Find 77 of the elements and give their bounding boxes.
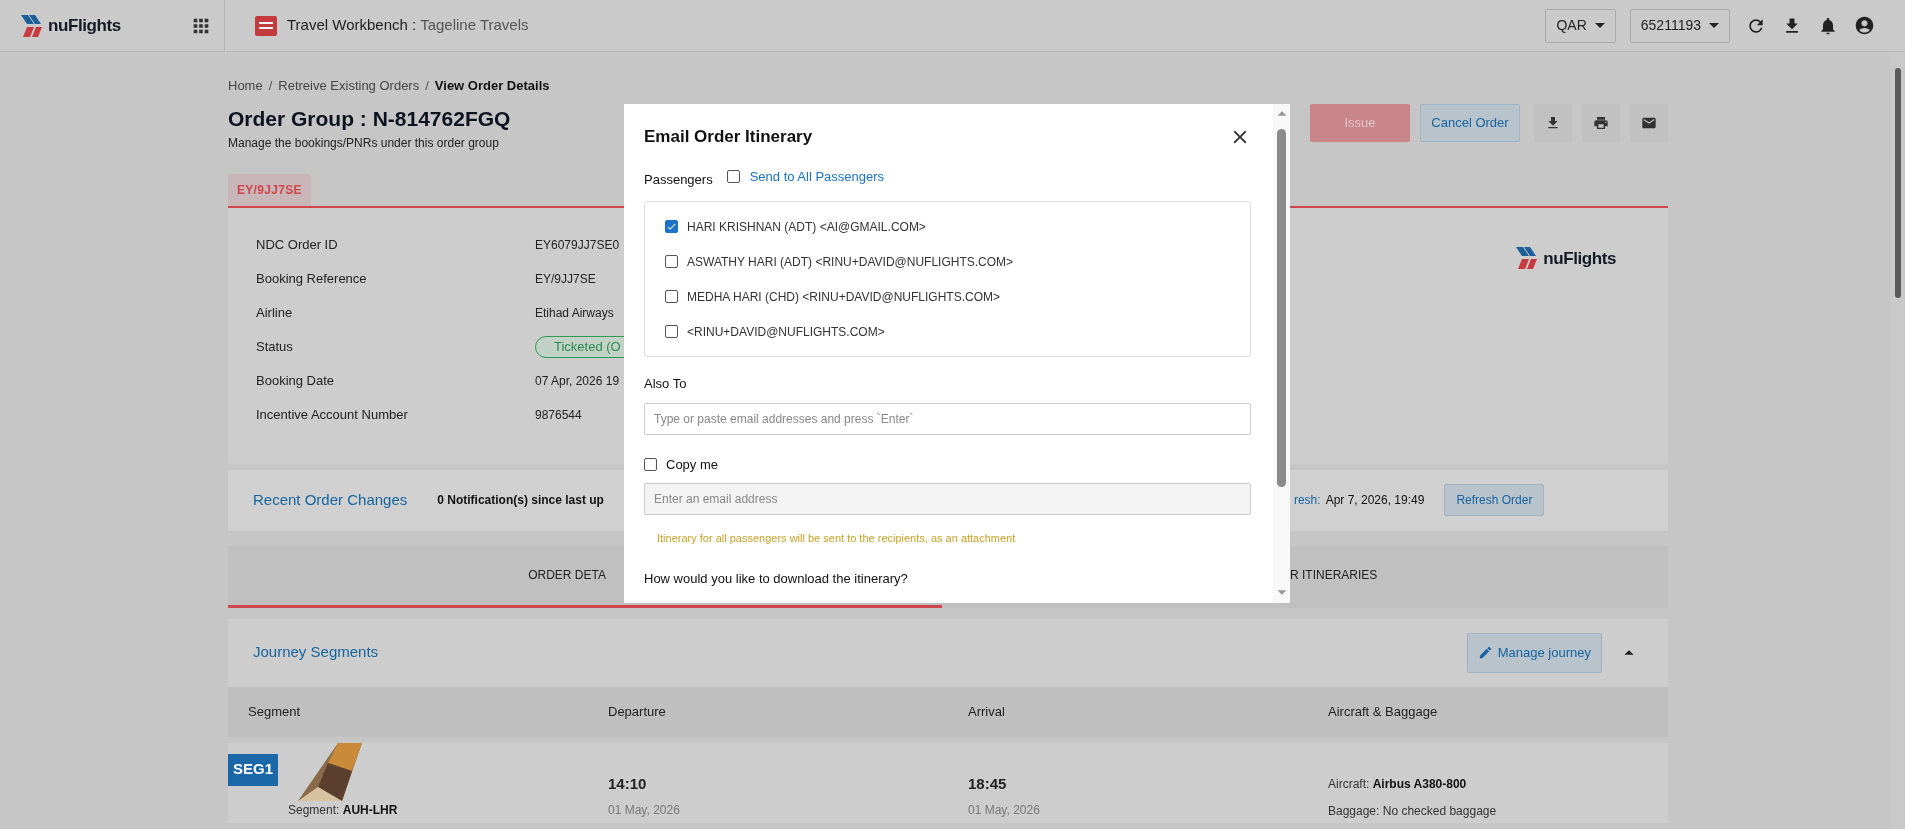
checkbox[interactable] — [665, 220, 678, 233]
print-icon — [1593, 114, 1609, 131]
detail-label: NDC Order ID — [256, 235, 338, 254]
detail-value: EY6079JJ7SE0 — [535, 236, 620, 254]
download-icon — [1545, 114, 1561, 131]
passenger-option[interactable]: MEDHA HARI (CHD) <RINU+DAVID@NUFLIGHTS.COM> — [687, 287, 1000, 306]
cancel-order-button[interactable]: Cancel Order — [1420, 103, 1520, 142]
view-tab[interactable]: R ITINERARIES — [942, 545, 1668, 608]
also-to-field[interactable]: Type or paste email addresses and press `Enter` — [644, 402, 1251, 435]
column-header: Arrival — [967, 702, 1006, 721]
checkbox[interactable] — [665, 290, 678, 303]
arrival-time: 18:45 — [968, 773, 1008, 794]
detail-value: 07 Apr, 2026 19 — [535, 372, 620, 390]
detail-label: Status — [256, 337, 293, 356]
email-button[interactable] — [1630, 103, 1668, 142]
departure-time: 14:10 — [608, 773, 648, 794]
segment-badge: SEG1 — [228, 753, 279, 786]
also-to-label: Also To — [644, 375, 688, 393]
refresh-order-button[interactable]: Refresh Order — [1444, 484, 1545, 516]
download-button[interactable] — [1534, 103, 1572, 142]
detail-label: Booking Reference — [256, 269, 367, 288]
checkbox[interactable] — [665, 325, 678, 338]
checkbox[interactable] — [644, 457, 657, 471]
arrival-date: 01 May, 2026 — [968, 802, 1041, 819]
download-question: How would you like to download the itinerary? — [644, 569, 909, 588]
segment-route: Segment: AUH-LHR — [288, 801, 398, 819]
detail-value: 9876544 — [535, 406, 582, 424]
recent-changes-title: Recent Order Changes — [253, 489, 408, 510]
passenger-option[interactable]: HARI KRISHNAN (ADT) <AI@GMAIL.COM> — [687, 217, 926, 236]
account-icon[interactable] — [1854, 15, 1875, 36]
caret-icon — [1594, 23, 1605, 28]
detail-label: Booking Date — [256, 371, 335, 390]
copy-email-field[interactable]: Enter an email address — [644, 483, 1251, 515]
breadcrumb-link[interactable]: Retreive Existing Orders — [278, 76, 420, 96]
breadcrumb-separator: / — [425, 77, 429, 95]
airline-tail-icon — [298, 742, 362, 801]
attachment-note: Itinerary for all passengers will be sent to the recipients, as an attachment — [656, 531, 1017, 546]
breadcrumb-link[interactable]: View Order Details — [434, 76, 550, 96]
breadcrumb-link[interactable]: Home — [228, 76, 263, 96]
passenger-option[interactable]: ASWATHY HARI (ADT) <RINU+DAVID@NUFLIGHTS.COM> — [687, 252, 1014, 271]
passenger-option[interactable]: <RINU+DAVID@NUFLIGHTS.COM> — [687, 322, 885, 341]
logo-text: nuFlights — [48, 14, 121, 37]
dialog-title: Email Order Itinerary — [644, 126, 813, 148]
journey-title: Journey Segments — [253, 642, 379, 663]
dialog-scrollbar[interactable] — [1273, 104, 1290, 603]
copy-me-label[interactable]: Copy me — [666, 454, 719, 474]
detail-value: EY/9JJ7SE — [535, 270, 596, 288]
currency-dropdown[interactable]: QAR — [1545, 8, 1616, 43]
caret-icon — [1709, 23, 1719, 28]
order-group-title: Order Group : N-814762FGQ — [228, 105, 511, 132]
column-header: Departure — [607, 702, 667, 721]
breadcrumb-separator: / — [268, 77, 273, 95]
manage-journey-button[interactable]: Manage journey — [1466, 632, 1602, 673]
departure-date: 01 May, 2026 — [608, 802, 681, 819]
print-button[interactable] — [1582, 103, 1620, 142]
agency-name: Tageline Travels — [420, 16, 529, 34]
app-title: Travel Workbench : — [287, 16, 417, 34]
order-group-subtitle: Manage the bookings/PNRs under this order group — [228, 134, 500, 152]
send-all-link[interactable]: Send to All Passengers — [749, 166, 885, 186]
last-refresh-label: resh: — [1293, 492, 1321, 509]
notification-count: 0 Notification(s) since last up — [437, 492, 604, 509]
account-dropdown[interactable]: 65211193 — [1629, 8, 1730, 43]
notification-icon[interactable] — [1818, 15, 1838, 36]
column-header: Aircraft & Baggage — [1327, 702, 1439, 721]
checkbox[interactable] — [726, 169, 740, 183]
checkbox[interactable] — [665, 255, 678, 268]
aircraft-info: Aircraft: Airbus A380-800 — [1328, 775, 1468, 793]
column-header: Segment — [247, 702, 302, 721]
detail-value: Etihad Airways — [535, 304, 614, 322]
last-refresh-time: Apr 7, 2026, 19:49 — [1325, 492, 1425, 509]
logo-text: nuFlights — [1543, 247, 1616, 270]
detail-label: Incentive Account Number — [256, 405, 408, 424]
passengers-label: Passengers — [644, 170, 713, 189]
workbench-icon — [255, 15, 277, 36]
baggage-info: Baggage: No checked baggage — [1328, 802, 1498, 820]
pencil-icon — [1477, 645, 1493, 660]
detail-label: Airline — [256, 303, 293, 322]
